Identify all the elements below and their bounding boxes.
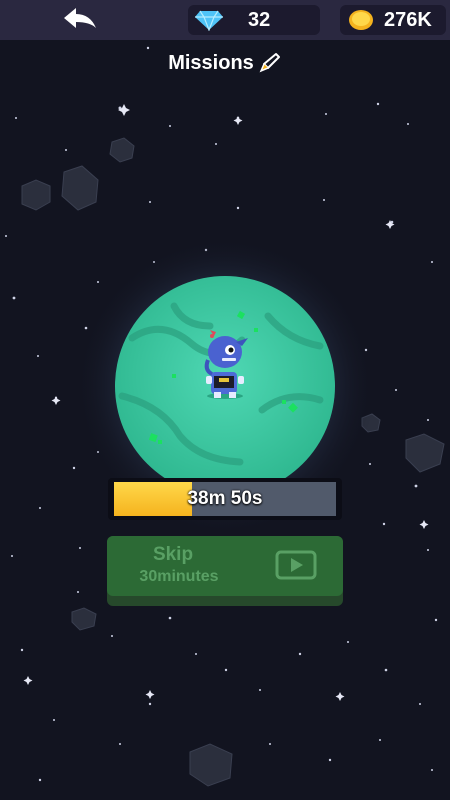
video-play-icon — [275, 550, 317, 580]
back-button[interactable] — [58, 4, 102, 36]
skip-label: Skip — [152, 544, 194, 565]
coin-icon — [349, 10, 373, 30]
gems-value: 32 — [248, 9, 271, 31]
top-bar: 32 276K — [0, 0, 450, 40]
skip-button[interactable]: Skip 30minutes — [107, 536, 343, 606]
rocket-icon — [259, 53, 280, 73]
timer-label: 38m 50s — [187, 488, 263, 509]
skip-button-face: Skip 30minutes — [107, 536, 343, 596]
mission-timer-bar: 38m 50s — [108, 478, 342, 520]
page-title: Missions — [168, 51, 254, 74]
coins-value: 276K — [384, 9, 432, 31]
diamond-icon — [195, 10, 223, 31]
back-arrow-icon — [64, 8, 96, 28]
skip-duration-label: 30minutes — [139, 568, 219, 585]
gems-counter: 32 — [188, 5, 320, 35]
space-background — [5, 46, 445, 787]
page-header: Missions — [0, 48, 450, 78]
coins-counter: 276K — [340, 5, 446, 35]
progress-track: 38m 50s — [114, 482, 336, 516]
